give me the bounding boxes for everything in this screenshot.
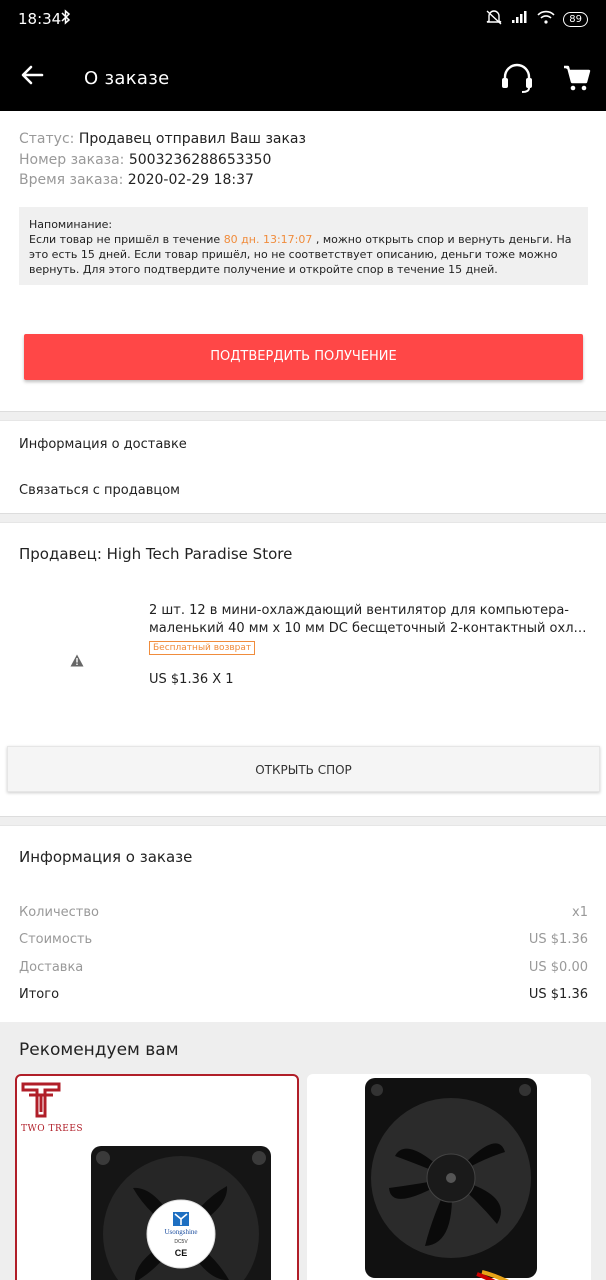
order-time-label: Время заказа: xyxy=(19,172,124,188)
seller-name[interactable]: Продавец: High Tech Paradise Store xyxy=(19,545,292,563)
fan-sticker-model: DC5V xyxy=(174,1239,188,1245)
signal-icon xyxy=(511,10,529,28)
battery-indicator: 89 xyxy=(563,11,588,27)
section-divider xyxy=(0,816,606,826)
product-price: US $1.36 X 1 xyxy=(149,672,234,687)
reminder-title: Напоминание: xyxy=(29,218,113,231)
status-icons: 89 xyxy=(485,9,588,29)
reminder-text: Если товар не пришёл в течение 80 дн. 13… xyxy=(29,232,578,277)
section-divider xyxy=(0,411,606,421)
order-time: Время заказа: 2020-02-29 18:37 xyxy=(19,172,254,188)
status-time: 18:34 xyxy=(18,10,62,28)
info-label: Доставка xyxy=(19,960,84,975)
wifi-icon xyxy=(537,10,555,28)
fan-sticker-mark: CE xyxy=(175,1248,188,1258)
info-row-total: Итого US $1.36 xyxy=(19,987,588,1002)
reminder-text-start: Если товар не пришёл в течение xyxy=(29,233,224,246)
info-row-quantity: Количество x1 xyxy=(19,905,588,920)
info-label: Стоимость xyxy=(19,932,93,947)
page-title: О заказе xyxy=(84,68,170,89)
order-time-value: 2020-02-29 18:37 xyxy=(127,172,254,188)
reminder-timer: 80 дн. 13:17:07 xyxy=(223,233,313,246)
mute-icon xyxy=(485,9,503,29)
status-bar: 18:34 89 xyxy=(0,0,606,40)
contact-seller-link[interactable]: Связаться с продавцом xyxy=(19,483,180,498)
info-value: US $1.36 xyxy=(528,987,588,1002)
recommendation-card[interactable] xyxy=(307,1074,591,1280)
app-bar: О заказе xyxy=(0,40,606,111)
fan-product-image: Usongshine DC5V CE xyxy=(91,1146,271,1280)
order-number-label: Номер заказа: xyxy=(19,152,125,168)
fan-product-image xyxy=(365,1078,537,1280)
info-value: x1 xyxy=(572,905,588,920)
product-title-line: 2 шт. 12 в мини-охлаждающий вентилятор д… xyxy=(149,603,569,618)
order-number: Номер заказа: 5003236288653350 xyxy=(19,152,271,168)
order-info-title: Информация о заказе xyxy=(19,848,193,866)
order-number-value: 5003236288653350 xyxy=(128,152,272,168)
delivery-info-link[interactable]: Информация о доставке xyxy=(19,437,187,452)
product-title-line: маленький 40 мм x 10 мм DC бесщеточный 2… xyxy=(149,621,589,636)
order-status: Статус: Продавец отправил Ваш заказ xyxy=(19,131,306,147)
warning-icon xyxy=(70,652,84,667)
status-value: Продавец отправил Ваш заказ xyxy=(78,131,306,147)
info-value: US $0.00 xyxy=(528,960,588,975)
info-row-shipping: Доставка US $0.00 xyxy=(19,960,588,975)
info-label: Итого xyxy=(19,987,60,1002)
recommendations-title: Рекомендуем вам xyxy=(19,1040,179,1060)
back-arrow-icon[interactable] xyxy=(18,60,48,90)
info-row-cost: Стоимость US $1.36 xyxy=(19,932,588,947)
fan-sticker-brand: Usongshine xyxy=(164,1228,197,1236)
confirm-receipt-button[interactable]: ПОДТВЕРДИТЬ ПОЛУЧЕНИЕ xyxy=(24,334,583,380)
product-title[interactable]: 2 шт. 12 в мини-охлаждающий вентилятор д… xyxy=(149,602,589,638)
reminder-box: Напоминание: Если товар не пришёл в тече… xyxy=(19,207,588,285)
info-label: Количество xyxy=(19,905,99,920)
status-label: Статус: xyxy=(19,131,75,147)
headset-icon[interactable] xyxy=(500,62,534,94)
section-divider xyxy=(0,513,606,523)
bluetooth-icon xyxy=(60,9,72,29)
free-return-badge: Бесплатный возврат xyxy=(149,641,256,655)
open-dispute-button[interactable]: ОТКРЫТЬ СПОР xyxy=(7,746,600,792)
info-value: US $1.36 xyxy=(528,932,588,947)
recommendation-card[interactable]: TWO TREES Usongshine DC5V CE xyxy=(15,1074,299,1280)
recommendations-section: Рекомендуем вам TWO TREES Usongshine DC5… xyxy=(0,1022,606,1280)
cart-icon[interactable] xyxy=(563,64,591,92)
